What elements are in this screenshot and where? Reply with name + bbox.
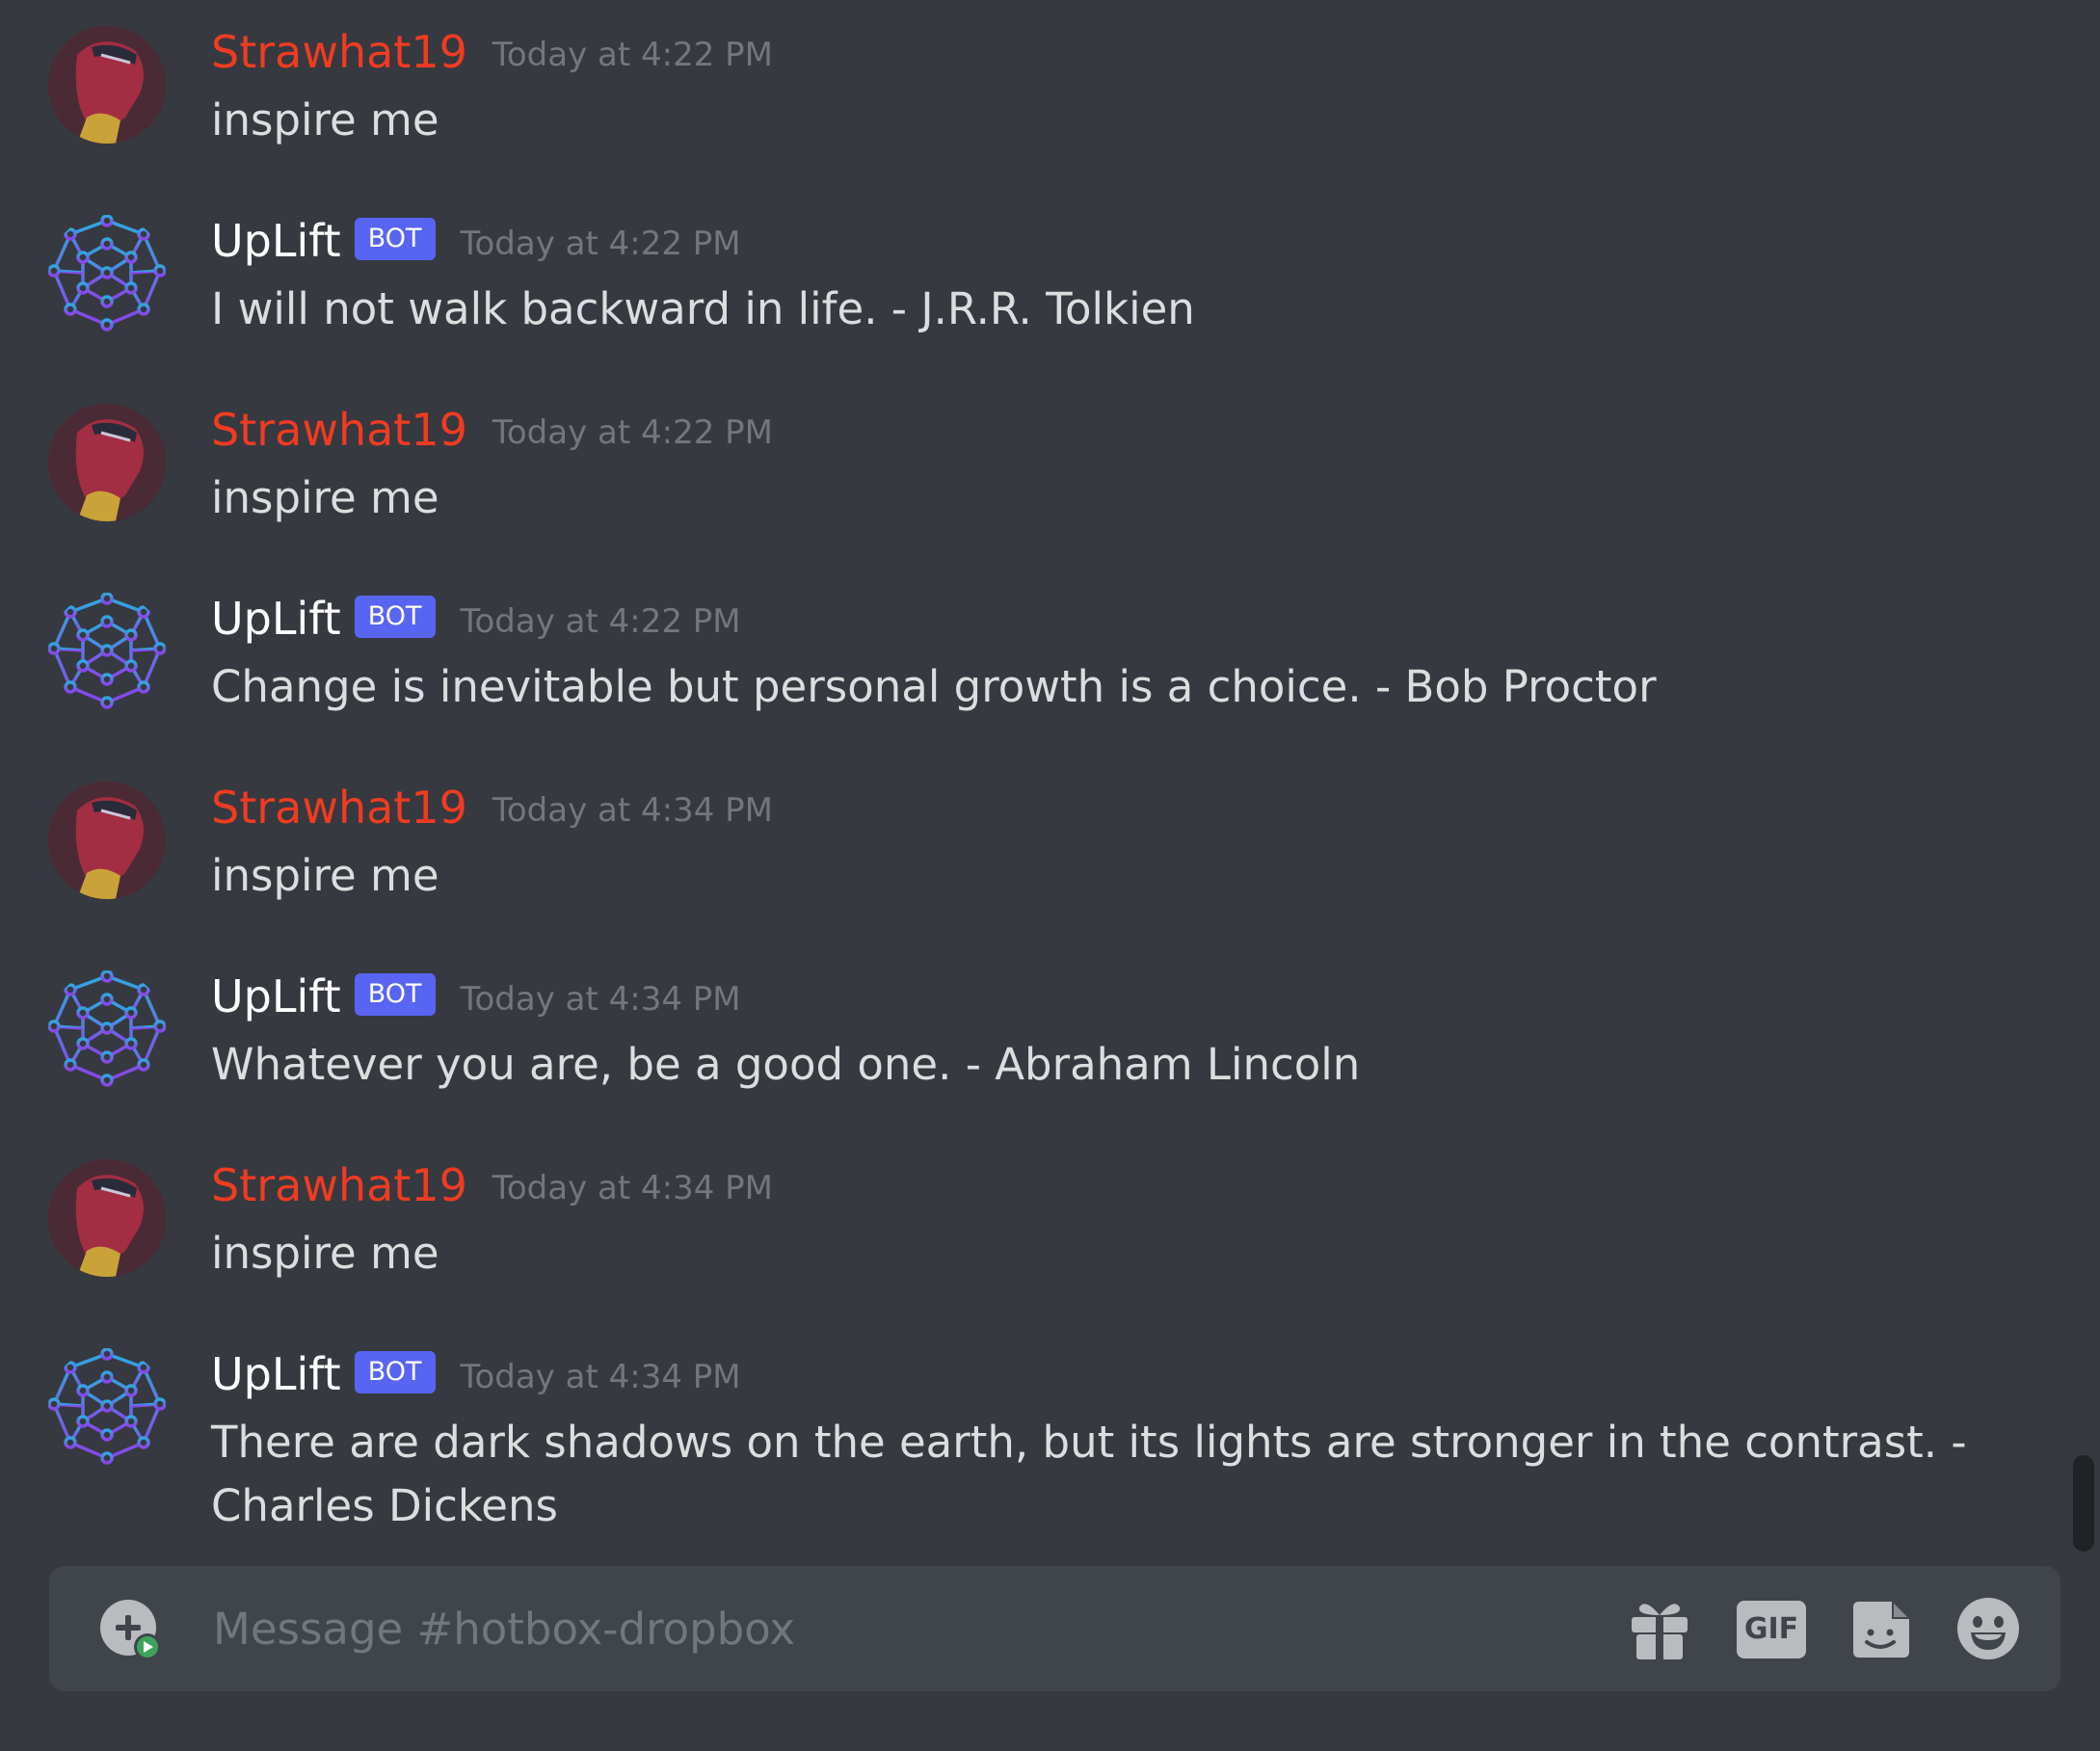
network-icon [48,970,166,1087]
timestamp[interactable]: Today at 4:34 PM [461,980,741,1019]
message-text: I will not walk backward in life. - J.R.… [211,283,1195,334]
bot-badge: BOT [354,973,436,1016]
network-icon [48,593,166,709]
gif-icon: GIF [1743,1612,1799,1646]
message-text: inspire me [211,850,439,901]
avatar[interactable] [48,404,166,521]
sticker-icon [1853,1602,1909,1658]
timestamp[interactable]: Today at 4:22 PM [492,36,773,74]
network-icon [48,215,166,332]
gift-icon [1632,1604,1688,1661]
message-header: UpLift BOT Today at 4:34 PM [211,969,741,1023]
emoji-icon [1957,1598,2019,1659]
gift-button[interactable] [1628,1596,1691,1661]
sticker-button[interactable] [1851,1596,1913,1661]
message-input-placeholder: Message #hotbox-dropbox [213,1604,796,1655]
message-text: inspire me [211,1228,439,1279]
message-header: Strawhat19 Today at 4:22 PM [211,25,773,79]
emoji-button[interactable] [1955,1596,2021,1661]
gif-button[interactable]: GIF [1737,1601,1806,1658]
avatar[interactable] [48,215,166,332]
avatar[interactable] [48,970,166,1088]
bot-badge: BOT [354,218,436,260]
timestamp[interactable]: Today at 4:34 PM [461,1358,741,1396]
message-header: UpLift BOT Today at 4:22 PM [211,214,741,268]
message-header: Strawhat19 Today at 4:22 PM [211,403,773,457]
username[interactable]: UpLift [211,214,341,268]
avatar[interactable] [48,782,166,899]
username[interactable]: Strawhat19 [211,25,467,79]
message-text: There are dark shadows on the earth, but… [211,1417,1967,1531]
timestamp[interactable]: Today at 4:22 PM [492,413,773,452]
add-attachment-icon [100,1600,161,1660]
username[interactable]: UpLift [211,1347,341,1401]
avatar[interactable] [48,1348,166,1466]
message-composer: Message #hotbox-dropbox GIF [49,1566,2060,1691]
username[interactable]: Strawhat19 [211,403,467,457]
avatar[interactable] [48,26,166,144]
message-text: Whatever you are, be a good one. - Abrah… [211,1039,1361,1090]
timestamp[interactable]: Today at 4:34 PM [492,791,773,830]
scrollbar-thumb[interactable] [2073,1455,2094,1552]
message-text: inspire me [211,472,439,523]
avatar[interactable] [48,1159,166,1277]
bot-badge: BOT [354,596,436,638]
message-text: Change is inevitable but personal growth… [211,661,1657,712]
username[interactable]: UpLift [211,592,341,646]
username[interactable]: Strawhat19 [211,1158,467,1212]
network-icon [48,1348,166,1465]
avatar[interactable] [48,593,166,710]
add-attachment-button[interactable] [99,1599,161,1660]
timestamp[interactable]: Today at 4:34 PM [492,1169,773,1207]
message-header: Strawhat19 Today at 4:34 PM [211,781,773,835]
message-text: inspire me [211,94,439,146]
message-header: Strawhat19 Today at 4:34 PM [211,1158,773,1212]
timestamp[interactable]: Today at 4:22 PM [461,602,741,641]
message-header: UpLift BOT Today at 4:22 PM [211,592,741,646]
message-list[interactable]: Strawhat19 Today at 4:22 PM inspire me U… [0,0,2100,1558]
bot-badge: BOT [354,1351,436,1393]
message-header: UpLift BOT Today at 4:34 PM [211,1347,741,1401]
username[interactable]: Strawhat19 [211,781,467,835]
username[interactable]: UpLift [211,969,341,1023]
timestamp[interactable]: Today at 4:22 PM [461,225,741,263]
